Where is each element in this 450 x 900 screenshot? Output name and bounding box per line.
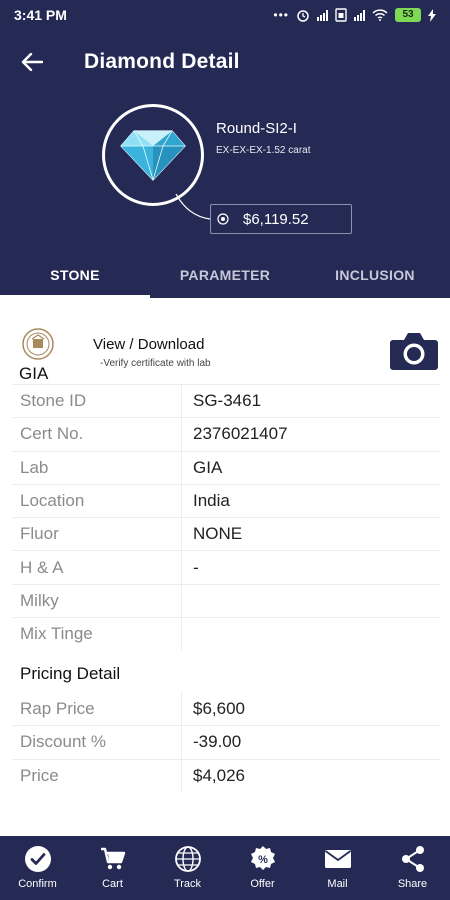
cart-icon [99, 844, 127, 874]
pricing-row-discount: Discount % -39.00 [12, 725, 440, 759]
pricing-label: Discount % [12, 726, 182, 759]
detail-row-fluor: Fluor NONE [12, 517, 440, 551]
detail-label: Lab [12, 451, 182, 484]
arrow-left-icon [21, 53, 43, 71]
detail-row-location: Location India [12, 483, 440, 518]
detail-row-stone-id: Stone ID SG-3461 [12, 384, 440, 418]
detail-value: 2376021407 [193, 424, 288, 444]
detail-value: - [193, 557, 199, 577]
tab-parameter[interactable]: PARAMETER [150, 252, 300, 298]
detail-label: H & A [12, 551, 182, 584]
nav-label: Share [397, 878, 428, 890]
nav-label: Cart [102, 878, 123, 890]
pricing-label: Rap Price [12, 692, 182, 726]
alarm-icon [297, 10, 309, 22]
pricing-table: Rap Price $6,600 Discount % -39.00 Price $4… [12, 692, 440, 792]
detail-value: NONE [193, 524, 243, 544]
check-circle-icon [24, 844, 52, 874]
gia-logo-icon [22, 328, 54, 360]
view-download-link[interactable]: View / Download [93, 336, 204, 353]
detail-label: Fluor [12, 518, 182, 551]
camera-icon[interactable] [389, 330, 439, 372]
back-button[interactable] [0, 34, 64, 90]
charging-icon [428, 8, 436, 22]
nav-label: Track [173, 878, 202, 890]
nav-label: Offer [250, 878, 275, 890]
detail-row-mix-tinge: Mix Tinge [12, 617, 440, 651]
shape-spec: EX-EX-EX-1.52 carat [216, 145, 311, 156]
pricing-title: Pricing Detail [20, 664, 121, 683]
pricing-row-price: Price $4,026 [12, 758, 440, 792]
battery-icon: 53 [395, 8, 421, 22]
detail-label: Cert No. [12, 418, 182, 451]
pricing-value: $4,026 [193, 765, 245, 785]
offer-badge-icon: % [249, 844, 277, 874]
detail-row-lab: Lab GIA [12, 450, 440, 484]
detail-value: SG-3461 [193, 391, 262, 411]
detail-row-milky: Milky [12, 583, 440, 618]
detail-row-cert-no: Cert No. 2376021407 [12, 417, 440, 451]
detail-value: India [193, 491, 230, 511]
signal-icon-2 [354, 9, 365, 21]
diamond-icon [120, 130, 186, 181]
nav-cart-button[interactable]: Cart [75, 836, 150, 900]
nav-share-button[interactable]: Share [375, 836, 450, 900]
globe-icon [174, 844, 202, 874]
page-title: Diamond Detail [84, 50, 240, 73]
tab-bar: STONE PARAMETER INCLUSION [0, 252, 450, 298]
mail-icon [324, 844, 352, 874]
header: 3:41 PM ••• 53 Diamond Detail Round-SI2-… [0, 0, 450, 298]
signal-icon [317, 9, 328, 21]
detail-label: Milky [12, 584, 182, 618]
diamond-summary: Round-SI2-I EX-EX-EX-1.52 carat $6,119.5… [0, 96, 450, 246]
nav-mail-button[interactable]: Mail [300, 836, 375, 900]
pricing-value: -39.00 [193, 732, 242, 752]
certificate-row: GIA View / Download -Verify certificate … [0, 322, 450, 384]
pricing-value: $6,600 [193, 698, 245, 718]
status-bar: 3:41 PM ••• 53 [0, 0, 450, 30]
pricing-label: Price [12, 759, 182, 792]
detail-label: Stone ID [12, 385, 182, 418]
pricing-row-rap-price: Rap Price $6,600 [12, 692, 440, 726]
detail-value: GIA [193, 457, 223, 477]
stone-details-table: Stone ID SG-3461 Cert No. 2376021407 Lab GI… [12, 384, 440, 651]
nav-label: Confirm [18, 878, 57, 890]
verify-note: -Verify certificate with lab [100, 358, 211, 369]
price-value: $6,119.52 [243, 210, 309, 228]
nav-confirm-button[interactable]: Confirm [0, 836, 75, 900]
bottom-nav: Confirm Cart Track % Offer Mail Share [0, 836, 450, 900]
nav-offer-button[interactable]: % Offer [225, 836, 300, 900]
detail-label: Mix Tinge [12, 618, 182, 651]
diamond-image [102, 104, 204, 206]
tab-stone[interactable]: STONE [0, 252, 150, 298]
share-icon [400, 844, 426, 874]
nav-track-button[interactable]: Track [150, 836, 225, 900]
nav-label: Mail [327, 878, 348, 890]
detail-row-h-and-a: H & A- [12, 550, 440, 584]
status-icons: ••• 53 [273, 8, 436, 22]
sim-icon [335, 8, 347, 22]
dots-icon: ••• [273, 8, 289, 22]
price-box: $6,119.52 [210, 204, 352, 234]
svg-text:%: % [258, 854, 268, 866]
status-time: 3:41 PM [14, 7, 67, 23]
shape-name: Round-SI2-I [216, 120, 297, 137]
lab-name: GIA [19, 364, 49, 383]
wifi-icon [372, 9, 388, 21]
target-icon [211, 213, 235, 225]
tab-inclusion[interactable]: INCLUSION [300, 252, 450, 298]
detail-label: Location [12, 484, 182, 518]
app-bar: Diamond Detail [0, 34, 450, 90]
